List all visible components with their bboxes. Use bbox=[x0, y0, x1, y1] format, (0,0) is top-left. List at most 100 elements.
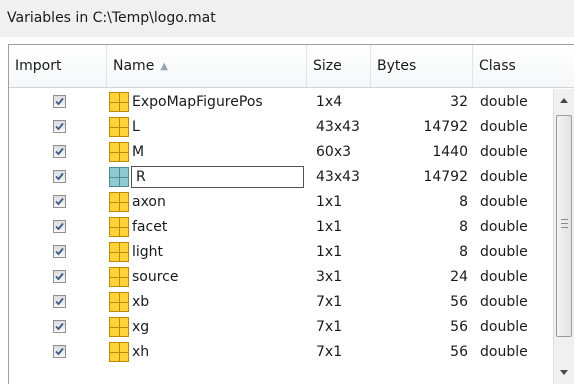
variable-name: xb bbox=[132, 294, 150, 310]
import-checkbox[interactable] bbox=[53, 95, 66, 108]
variable-class: double bbox=[480, 119, 528, 135]
variable-bytes: 8 bbox=[459, 194, 468, 210]
variable-class: double bbox=[480, 219, 528, 235]
scroll-up-arrow-icon[interactable] bbox=[554, 89, 574, 113]
matrix-variable-icon bbox=[109, 167, 129, 187]
import-checkbox[interactable] bbox=[53, 120, 66, 133]
table-row[interactable]: ExpoMapFigurePos 1x4 32 double bbox=[9, 90, 553, 115]
column-header-name-label: Name bbox=[113, 58, 155, 74]
column-header-import-label: Import bbox=[15, 58, 62, 74]
checkmark-icon bbox=[55, 122, 64, 131]
variable-size: 43x43 bbox=[316, 169, 360, 185]
import-checkbox[interactable] bbox=[53, 320, 66, 333]
grip-icon bbox=[561, 219, 568, 228]
checkmark-icon bbox=[55, 147, 64, 156]
variable-class: double bbox=[480, 94, 528, 110]
checkmark-icon bbox=[55, 322, 64, 331]
table-row[interactable]: R 43x43 14792 double bbox=[9, 165, 553, 190]
column-header-bytes[interactable]: Bytes bbox=[371, 45, 473, 87]
column-header-size-label: Size bbox=[313, 58, 342, 74]
table-row[interactable]: L 43x43 14792 double bbox=[9, 115, 553, 140]
variable-bytes: 14792 bbox=[423, 169, 468, 185]
variable-name: axon bbox=[132, 194, 166, 210]
table-row[interactable]: facet 1x1 8 double bbox=[9, 215, 553, 240]
import-checkbox[interactable] bbox=[53, 145, 66, 158]
variable-bytes: 1440 bbox=[432, 144, 468, 160]
variable-bytes: 32 bbox=[450, 94, 468, 110]
variable-class: double bbox=[480, 269, 528, 285]
table-row[interactable]: xg 7x1 56 double bbox=[9, 315, 553, 340]
variable-class: double bbox=[480, 319, 528, 335]
import-checkbox[interactable] bbox=[53, 345, 66, 358]
variable-class: double bbox=[480, 169, 528, 185]
variable-bytes: 56 bbox=[450, 319, 468, 335]
scrollbar-thumb[interactable] bbox=[556, 115, 572, 337]
checkmark-icon bbox=[55, 172, 64, 181]
checkmark-icon bbox=[55, 222, 64, 231]
variable-name: M bbox=[132, 144, 145, 160]
column-header-class[interactable]: Class bbox=[473, 45, 574, 87]
matrix-variable-icon bbox=[109, 92, 129, 112]
variable-bytes: 8 bbox=[459, 244, 468, 260]
column-header-size[interactable]: Size bbox=[307, 45, 371, 87]
column-header-class-label: Class bbox=[479, 58, 516, 74]
variable-name: xg bbox=[132, 319, 150, 335]
variable-size: 7x1 bbox=[316, 344, 343, 360]
variable-class: double bbox=[480, 194, 528, 210]
table-row[interactable]: axon 1x1 8 double bbox=[9, 190, 553, 215]
import-checkbox[interactable] bbox=[53, 195, 66, 208]
variable-name: light bbox=[132, 244, 164, 260]
variable-name: source bbox=[132, 269, 179, 285]
variable-size: 60x3 bbox=[316, 144, 352, 160]
checkmark-icon bbox=[55, 272, 64, 281]
variable-bytes: 14792 bbox=[423, 119, 468, 135]
table-row[interactable]: xh 7x1 56 double bbox=[9, 340, 553, 365]
column-header-name[interactable]: Name ▲ bbox=[107, 45, 307, 87]
matrix-variable-icon bbox=[109, 342, 129, 362]
table-row[interactable]: light 1x1 8 double bbox=[9, 240, 553, 265]
matrix-variable-icon bbox=[109, 317, 129, 337]
variable-bytes: 24 bbox=[450, 269, 468, 285]
variable-bytes: 56 bbox=[450, 294, 468, 310]
variable-size: 1x4 bbox=[316, 94, 343, 110]
variables-table: Import Name ▲ Size Bytes Class ExpoMapFig… bbox=[8, 44, 574, 384]
variable-name-edit-field[interactable]: R bbox=[131, 166, 304, 188]
table-body: ExpoMapFigurePos 1x4 32 double L 43x43 14792 do… bbox=[9, 89, 553, 384]
variable-size: 1x1 bbox=[316, 244, 343, 260]
matrix-variable-icon bbox=[109, 267, 129, 287]
variable-size: 7x1 bbox=[316, 319, 343, 335]
scroll-down-arrow-icon[interactable] bbox=[554, 361, 574, 384]
table-header: Import Name ▲ Size Bytes Class bbox=[9, 45, 574, 88]
column-header-import[interactable]: Import bbox=[9, 45, 107, 87]
import-checkbox[interactable] bbox=[53, 245, 66, 258]
variable-size: 43x43 bbox=[316, 119, 360, 135]
vertical-scrollbar[interactable] bbox=[553, 89, 574, 384]
table-row[interactable]: M 60x3 1440 double bbox=[9, 140, 553, 165]
variable-bytes: 56 bbox=[450, 344, 468, 360]
import-checkbox[interactable] bbox=[53, 170, 66, 183]
variable-class: double bbox=[480, 244, 528, 260]
matrix-variable-icon bbox=[109, 192, 129, 212]
table-row[interactable]: xb 7x1 56 double bbox=[9, 290, 553, 315]
matrix-variable-icon bbox=[109, 217, 129, 237]
checkmark-icon bbox=[55, 297, 64, 306]
sort-ascending-icon: ▲ bbox=[160, 61, 169, 72]
variable-size: 3x1 bbox=[316, 269, 343, 285]
matrix-variable-icon bbox=[109, 242, 129, 262]
matrix-variable-icon bbox=[109, 142, 129, 162]
variable-size: 1x1 bbox=[316, 219, 343, 235]
variable-name: ExpoMapFigurePos bbox=[132, 94, 263, 110]
checkmark-icon bbox=[55, 247, 64, 256]
variable-name: facet bbox=[132, 219, 168, 235]
variable-size: 1x1 bbox=[316, 194, 343, 210]
import-checkbox[interactable] bbox=[53, 270, 66, 283]
variable-class: double bbox=[480, 344, 528, 360]
variable-bytes: 8 bbox=[459, 219, 468, 235]
import-checkbox[interactable] bbox=[53, 295, 66, 308]
table-row[interactable]: source 3x1 24 double bbox=[9, 265, 553, 290]
column-header-bytes-label: Bytes bbox=[377, 58, 417, 74]
variable-size: 7x1 bbox=[316, 294, 343, 310]
import-checkbox[interactable] bbox=[53, 220, 66, 233]
variable-class: double bbox=[480, 294, 528, 310]
matrix-variable-icon bbox=[109, 117, 129, 137]
